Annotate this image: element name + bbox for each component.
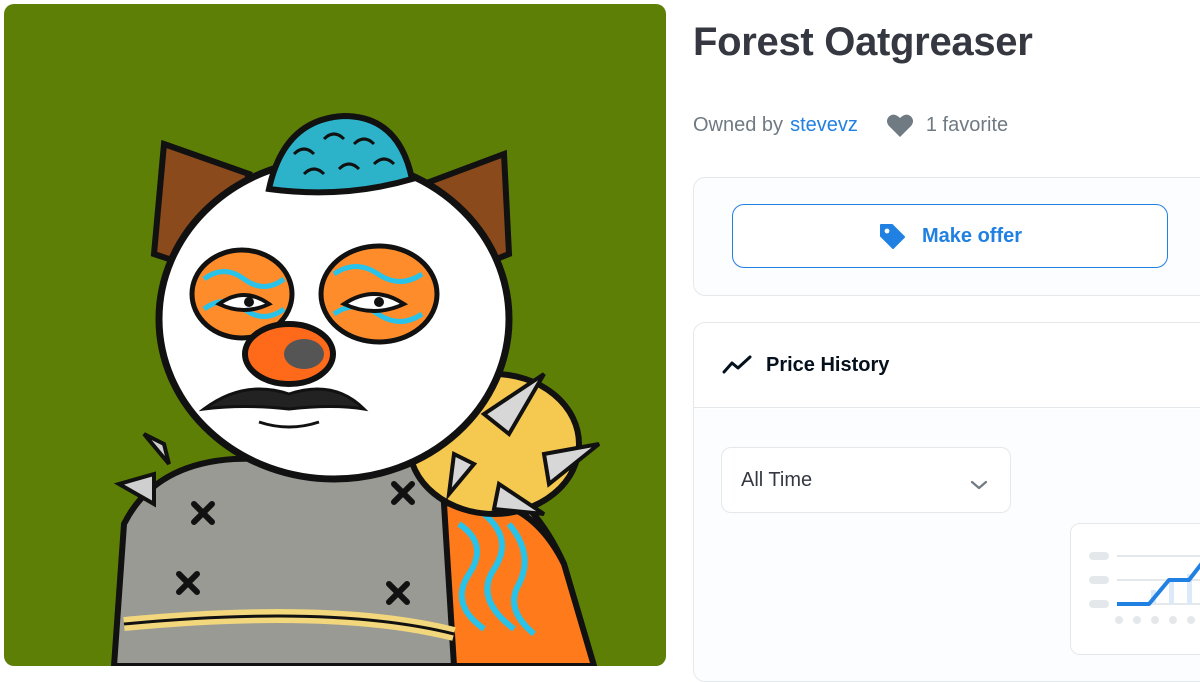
nft-artwork-image [4, 4, 666, 666]
asset-title: Forest Oatgreaser [693, 20, 1033, 64]
nft-artwork[interactable] [4, 4, 666, 666]
price-history-header[interactable]: Price History [694, 323, 1200, 408]
make-offer-label: Make offer [921, 224, 1023, 247]
heart-icon[interactable] [886, 112, 914, 138]
price-history-body: All Time [694, 409, 1200, 681]
time-range-value: All Time [741, 468, 813, 491]
trend-line-icon [722, 355, 752, 375]
favorites-count: 1 favorite [925, 113, 1009, 136]
chevron-down-icon [970, 474, 988, 490]
time-range-select[interactable]: All Time [721, 447, 1011, 513]
owned-by-label: Owned by [693, 113, 784, 136]
make-offer-button[interactable]: Make offer [732, 204, 1168, 268]
empty-chart-illustration [1070, 523, 1200, 655]
price-history-title: Price History [766, 353, 890, 376]
price-tag-icon [878, 222, 906, 250]
owner-row: Owned by stevevz 1 favorite [693, 112, 1008, 138]
owner-link[interactable]: stevevz [790, 114, 858, 137]
price-history-panel: Price History All Time [693, 322, 1200, 682]
offer-panel: Make offer [693, 177, 1200, 296]
